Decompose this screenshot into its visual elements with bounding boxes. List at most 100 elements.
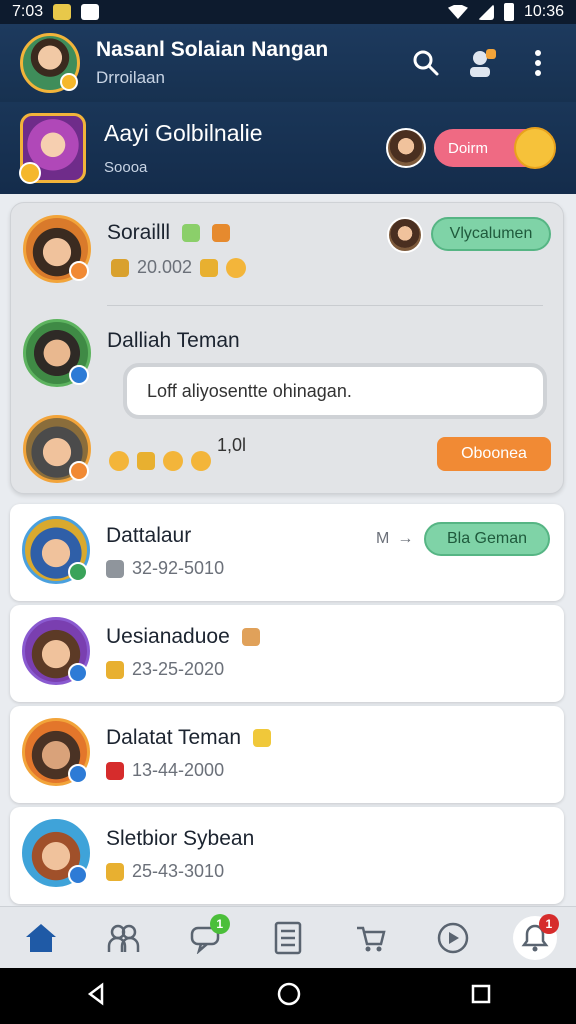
nav-cart[interactable] bbox=[348, 916, 392, 960]
list-item[interactable]: Sletbior Sybean 25-43-3010 bbox=[10, 807, 564, 904]
home-icon bbox=[26, 923, 57, 952]
item-meta: 25-43-3010 bbox=[106, 861, 224, 882]
action-pill[interactable]: Oboonea bbox=[437, 437, 551, 471]
item-name: Dattalaur bbox=[106, 524, 192, 547]
search-button[interactable] bbox=[406, 43, 446, 83]
bottle-icon bbox=[106, 761, 124, 780]
status-time: 7:03 bbox=[12, 3, 44, 20]
reaction-row bbox=[109, 451, 211, 471]
status-right: 10:36 bbox=[447, 3, 564, 21]
user-add-icon bbox=[470, 49, 496, 77]
nav-friends[interactable] bbox=[101, 916, 145, 960]
status-pill-label: Vlycalumen bbox=[449, 225, 533, 242]
featured-participant-avatar bbox=[386, 128, 426, 168]
conversation-list: Sorailll 20.002 Vlycalumen Dalliah Teman… bbox=[10, 202, 564, 904]
action-pill-label: Oboonea bbox=[461, 445, 527, 462]
item-name-text: Dalatat Teman bbox=[106, 726, 242, 749]
header-subtitle: Drroilaan bbox=[96, 68, 165, 87]
divider bbox=[107, 305, 543, 306]
search-icon bbox=[413, 50, 439, 76]
join-button[interactable]: Doirm bbox=[434, 127, 556, 169]
pause-icon bbox=[106, 559, 124, 578]
featured-text: Aayi Golbilnalie Soooa bbox=[104, 120, 386, 176]
list-item[interactable]: Uesianaduoe 23-25-2020 bbox=[10, 605, 564, 702]
item-meta-text: 25-43-3010 bbox=[132, 861, 225, 881]
item-meta: 13-44-2000 bbox=[106, 760, 224, 781]
item-name-text: Sorailll bbox=[107, 221, 171, 244]
signal-icon bbox=[477, 4, 494, 20]
list-avatar bbox=[23, 215, 91, 283]
pencil-icon bbox=[252, 729, 271, 748]
status-bar: 7:03 10:36 bbox=[0, 0, 576, 24]
item-name: Dalatat Teman bbox=[106, 726, 271, 750]
list-avatar bbox=[22, 516, 90, 584]
burger-icon bbox=[111, 258, 129, 277]
smiley-icon bbox=[514, 127, 556, 169]
more-options-button[interactable] bbox=[518, 43, 558, 83]
item-name: Sorailll bbox=[107, 221, 230, 245]
document-icon bbox=[274, 921, 302, 954]
recents-button[interactable] bbox=[470, 983, 492, 1010]
nav-chat[interactable]: 1 bbox=[184, 913, 230, 960]
list-avatar bbox=[23, 415, 91, 483]
featured-title: Aayi Golbilnalie bbox=[104, 120, 263, 146]
smile-icon bbox=[163, 451, 183, 471]
group-card[interactable]: Sorailll 20.002 Vlycalumen Dalliah Teman… bbox=[10, 202, 564, 494]
item-name: Dalliah Teman bbox=[107, 329, 240, 352]
list-avatar bbox=[23, 319, 91, 387]
avatar-badge-icon bbox=[68, 865, 88, 885]
join-label: Doirm bbox=[448, 139, 488, 157]
avatar-badge-icon bbox=[69, 261, 89, 281]
item-name: Uesianaduoe bbox=[106, 625, 260, 649]
wifi-icon bbox=[447, 5, 468, 19]
featured-badge-icon bbox=[19, 162, 41, 184]
back-icon bbox=[87, 982, 104, 1005]
avatar-badge-icon bbox=[69, 365, 89, 385]
list-item[interactable]: Dattalaur 32-92-5010 M → Bla Geman bbox=[10, 504, 564, 601]
item-meta-text: 20.002 bbox=[137, 257, 193, 277]
home-circle-icon bbox=[277, 982, 301, 1005]
status-pill[interactable]: Bla Geman bbox=[424, 522, 550, 556]
item-meta-text: 23-25-2020 bbox=[132, 659, 225, 679]
nav-play[interactable] bbox=[431, 916, 475, 960]
list-avatar bbox=[22, 617, 90, 685]
forward-text: M bbox=[376, 530, 390, 547]
message-bubble[interactable]: Loff aliyosentte ohinagan. bbox=[123, 363, 547, 419]
leaf-icon bbox=[181, 224, 200, 243]
nav-notes[interactable] bbox=[266, 916, 310, 960]
nav-alerts[interactable]: 1 bbox=[512, 913, 559, 960]
nav-home[interactable] bbox=[19, 916, 63, 960]
message-text: Loff aliyosentte ohinagan. bbox=[147, 380, 352, 401]
status-pill[interactable]: Vlycalumen bbox=[431, 217, 551, 251]
featured-avatar bbox=[19, 113, 86, 184]
avatar-badge-icon bbox=[68, 562, 88, 582]
smile-icon bbox=[191, 451, 211, 471]
item-meta: 32-92-5010 bbox=[106, 558, 224, 579]
add-friend-button[interactable] bbox=[462, 43, 502, 83]
back-button[interactable] bbox=[84, 982, 108, 1011]
chest-icon bbox=[200, 258, 219, 277]
avatar-badge-icon bbox=[68, 764, 88, 784]
home-button[interactable] bbox=[276, 981, 302, 1012]
avatar-badge-icon bbox=[69, 461, 89, 481]
chat-badge: 1 bbox=[209, 913, 230, 934]
more-vert-icon bbox=[535, 50, 541, 76]
item-meta: 20.002 bbox=[111, 257, 247, 278]
message-icon bbox=[81, 4, 100, 20]
participant-avatar bbox=[387, 217, 423, 253]
notification-icon bbox=[53, 4, 72, 20]
status-clock: 10:36 bbox=[523, 3, 564, 20]
header-title: Nasanl Solaian Nangan bbox=[96, 38, 329, 61]
recents-icon bbox=[471, 984, 491, 1003]
cat-emoji-icon bbox=[109, 451, 129, 471]
avatar-badge-icon bbox=[60, 73, 78, 91]
featured-banner[interactable]: Aayi Golbilnalie Soooa Doirm bbox=[0, 102, 576, 194]
featured-subtitle: Soooa bbox=[104, 159, 148, 176]
chest-icon bbox=[137, 452, 155, 470]
cart-icon bbox=[357, 926, 386, 951]
profile-avatar[interactable] bbox=[20, 33, 80, 93]
list-item[interactable]: Dalatat Teman 13-44-2000 bbox=[10, 706, 564, 803]
app-header: Nasanl Solaian Nangan Drroilaan bbox=[0, 24, 576, 102]
battery-icon bbox=[503, 3, 514, 21]
list-avatar bbox=[22, 718, 90, 786]
